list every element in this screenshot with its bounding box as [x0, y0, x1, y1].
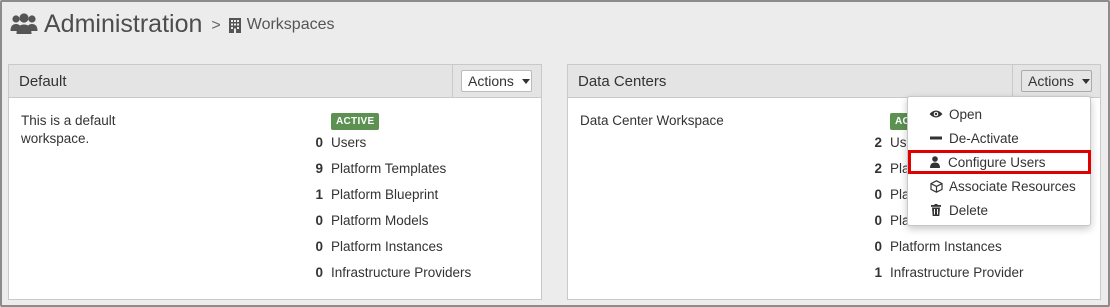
minus-icon	[929, 131, 943, 145]
workspace-description: Data Center Workspace	[580, 113, 724, 128]
actions-dropdown-menu: Open De-Activate Configure Users Associa…	[907, 96, 1091, 226]
stat-label: Platform Templates	[331, 161, 447, 176]
stat-label: Infrastructure Provider	[890, 265, 1024, 280]
cube-icon	[929, 179, 943, 193]
stat-count: 9	[315, 161, 323, 176]
stat-count: 2	[874, 135, 882, 150]
menu-item-label: De-Activate	[949, 130, 1019, 146]
actions-button[interactable]: Actions	[1021, 70, 1092, 92]
breadcrumb-workspaces[interactable]: Workspaces	[247, 16, 335, 34]
workspace-title[interactable]: Data Centers	[578, 73, 666, 90]
stat-count: 0	[874, 213, 882, 228]
stat-count: 1	[874, 265, 882, 280]
stat-count: 0	[874, 239, 882, 254]
user-icon	[928, 155, 942, 169]
actions-label: Actions	[1028, 73, 1074, 89]
stat-label: Platform Instances	[890, 239, 1002, 254]
menu-item-label: Open	[949, 106, 983, 122]
caret-down-icon	[521, 78, 530, 84]
status-badge: ACTIVE	[331, 113, 380, 130]
workspace-card-default: Default Actions This is a default worksp…	[8, 64, 542, 300]
stat-count: 2	[874, 161, 882, 176]
stat-count: 0	[874, 187, 882, 202]
workspace-card-header: Data Centers Actions	[568, 65, 1100, 98]
stat-count: 0	[315, 265, 323, 280]
menu-item-configure-users[interactable]: Configure Users	[908, 150, 1091, 174]
stat-count: 0	[315, 239, 323, 254]
stat-count: 0	[315, 213, 323, 228]
trash-icon	[929, 203, 943, 217]
page-title: Administration	[44, 9, 203, 38]
menu-item-label: Configure Users	[948, 154, 1046, 170]
actions-label: Actions	[468, 73, 514, 89]
eye-icon	[929, 107, 943, 121]
stat-label: Platform Blueprint	[331, 187, 439, 202]
stat-label: Infrastructure Providers	[331, 265, 472, 280]
users-icon	[10, 13, 38, 34]
stat-label: Platform Instances	[331, 239, 443, 254]
menu-item-delete[interactable]: Delete	[910, 199, 1088, 221]
header-divider	[1012, 65, 1013, 97]
menu-item-associate-resources[interactable]: Associate Resources	[910, 175, 1088, 197]
page-header: Administration > Workspaces	[10, 6, 334, 42]
workspace-card-header: Default Actions	[9, 65, 541, 98]
stat-count: 1	[315, 187, 323, 202]
caret-down-icon	[1081, 78, 1090, 84]
stat-label: Platform Models	[331, 213, 429, 228]
menu-item-open[interactable]: Open	[910, 103, 1088, 125]
menu-item-deactivate[interactable]: De-Activate	[910, 127, 1088, 149]
workspace-description: This is a default workspace.	[21, 113, 116, 146]
header-divider	[452, 65, 453, 97]
menu-item-label: Associate Resources	[949, 178, 1076, 194]
stat-label: Users	[331, 135, 367, 150]
workspace-title[interactable]: Default	[19, 73, 67, 90]
stat-count: 0	[315, 135, 323, 150]
building-icon	[228, 17, 241, 33]
breadcrumb-separator: >	[211, 17, 221, 34]
menu-item-label: Delete	[949, 202, 989, 218]
actions-button[interactable]: Actions	[461, 70, 532, 92]
